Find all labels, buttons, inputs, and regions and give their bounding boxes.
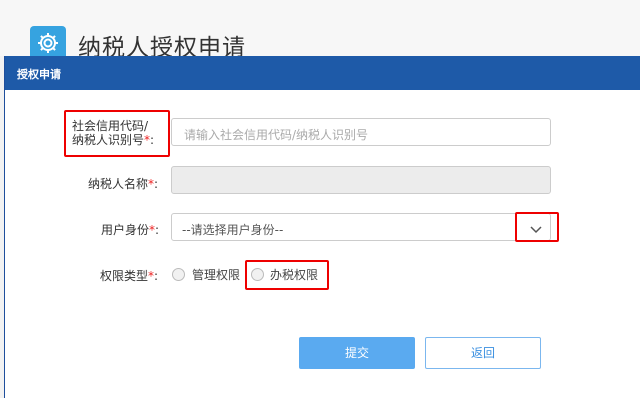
taxpayer-name-label-text: 纳税人名称 <box>88 177 149 191</box>
gear-icon <box>30 26 66 60</box>
credit-code-label-line1: 社会信用代码/ <box>72 119 149 133</box>
tax-permission-radio[interactable] <box>251 268 264 281</box>
label-colon: : <box>155 223 160 237</box>
permission-type-label-text: 权限类型 <box>100 269 149 283</box>
user-identity-label: 用户身份*: <box>101 221 159 238</box>
label-colon: : <box>154 177 159 191</box>
dialog-title: 授权申请 <box>17 68 61 81</box>
credit-code-label: 社会信用代码/ 纳税人识别号*: <box>72 119 154 147</box>
manage-permission-label[interactable]: 管理权限 <box>192 266 240 283</box>
label-colon: : <box>154 269 159 283</box>
credit-code-placeholder: 请输入社会信用代码/纳税人识别号 <box>184 128 369 142</box>
page-header: 纳税人授权申请 <box>0 0 640 61</box>
submit-button[interactable]: 提交 <box>299 337 415 369</box>
dialog-title-bar: 授权申请 <box>5 56 640 90</box>
label-colon: : <box>150 133 155 147</box>
taxpayer-name-field <box>171 166 551 194</box>
credit-code-label-line2: 纳税人识别号 <box>72 133 145 147</box>
taxpayer-name-label: 纳税人名称*: <box>88 175 158 192</box>
manage-permission-radio[interactable] <box>172 268 185 281</box>
tax-permission-label[interactable]: 办税权限 <box>270 266 318 283</box>
chevron-down-icon[interactable] <box>529 221 543 234</box>
back-button[interactable]: 返回 <box>425 337 541 369</box>
user-identity-selected: --请选择用户身份-- <box>182 223 284 237</box>
credit-code-input[interactable]: 请输入社会信用代码/纳税人识别号 <box>171 118 551 146</box>
user-identity-label-text: 用户身份 <box>101 223 150 237</box>
permission-type-label: 权限类型*: <box>100 267 158 284</box>
user-identity-select[interactable]: --请选择用户身份-- <box>171 213 551 241</box>
